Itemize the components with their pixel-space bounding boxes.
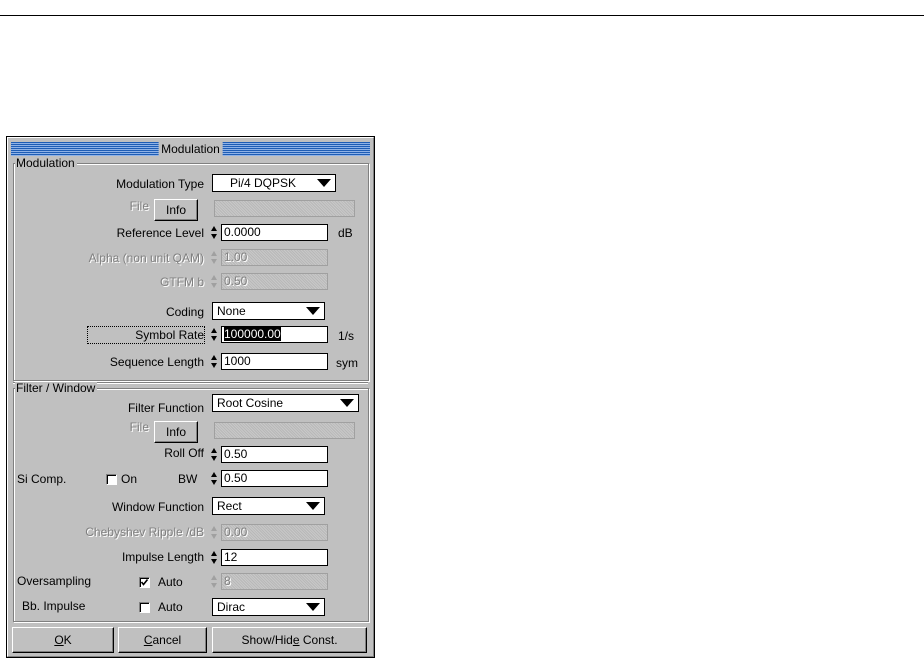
oversampling-input: 8 — [221, 573, 328, 590]
oversampling-auto-checkbox[interactable] — [139, 577, 150, 588]
ok-button[interactable]: OK — [12, 627, 114, 653]
symbol-rate-spinner-icon[interactable] — [210, 327, 218, 342]
bb-impulse-value: Dirac — [217, 600, 246, 614]
sequence-length-unit: sym — [336, 356, 358, 370]
show-hide-const-button[interactable]: Show/Hide Const. — [212, 627, 367, 653]
roll-off-spinner-icon[interactable] — [210, 447, 218, 462]
filter-function-label: Filter Function — [127, 401, 204, 415]
coding-label: Coding — [165, 305, 204, 319]
mod-file-field — [214, 200, 355, 217]
filter-function-select[interactable]: Root Cosine — [212, 394, 359, 412]
modulation-type-select[interactable]: Pi/4 DQPSK — [212, 174, 336, 192]
modulation-dialog: Modulation Modulation Modulation Type Pi… — [6, 136, 375, 658]
alpha-spinner-icon — [210, 250, 218, 265]
modulation-group-label: Modulation — [15, 156, 77, 170]
oversampling-label: Oversampling — [17, 574, 92, 588]
bw-spinner-icon[interactable] — [210, 471, 218, 486]
si-comp-label: Si Comp. — [17, 472, 67, 486]
mod-file-label: File — [129, 199, 149, 213]
modulation-type-value: Pi/4 DQPSK — [229, 176, 297, 190]
impulse-length-input[interactable]: 12 — [221, 549, 328, 566]
gtfm-input: 0.50 — [221, 273, 328, 290]
impulse-length-label: Impulse Length — [121, 550, 204, 564]
filter-file-label: File — [129, 420, 149, 434]
sequence-length-spinner-icon[interactable] — [210, 354, 218, 369]
filter-window-group-label: Filter / Window — [15, 381, 98, 395]
mod-info-button[interactable]: Info — [154, 199, 198, 221]
chevron-down-icon — [306, 502, 320, 510]
si-comp-on-checkbox[interactable] — [106, 474, 117, 485]
window-function-value: Rect — [217, 499, 242, 513]
bw-input[interactable]: 0.50 — [221, 470, 328, 487]
gtfm-spinner-icon — [210, 274, 218, 289]
filter-info-button[interactable]: Info — [154, 421, 198, 443]
window-function-label: Window Function — [111, 500, 204, 514]
reference-level-unit: dB — [338, 226, 353, 240]
chebyshev-label: Chebyshev Ripple /dB — [85, 525, 204, 539]
si-comp-on-label: On — [121, 472, 138, 486]
alpha-input: 1.00 — [221, 249, 328, 266]
bb-impulse-auto-checkbox[interactable] — [139, 602, 150, 613]
impulse-length-spinner-icon[interactable] — [210, 550, 218, 565]
oversampling-spinner-icon — [210, 574, 218, 589]
chevron-down-icon — [306, 603, 320, 611]
filter-file-field — [214, 422, 355, 439]
bb-impulse-select[interactable]: Dirac — [212, 598, 325, 616]
symbol-rate-label: Symbol Rate — [135, 328, 204, 342]
roll-off-label: Roll Off — [164, 446, 204, 460]
cancel-button[interactable]: Cancel — [118, 627, 207, 653]
chevron-down-icon — [340, 399, 354, 407]
alpha-label: Alpha (non unit QAM) — [88, 251, 204, 265]
window-function-select[interactable]: Rect — [212, 497, 325, 515]
reference-level-label: Reference Level — [116, 226, 204, 240]
reference-level-input[interactable]: 0.0000 — [221, 224, 328, 241]
roll-off-input[interactable]: 0.50 — [221, 446, 328, 463]
title-bar[interactable]: Modulation — [11, 142, 370, 156]
symbol-rate-unit: 1/s — [338, 329, 355, 343]
oversampling-auto-label: Auto — [158, 575, 183, 589]
filter-function-value: Root Cosine — [217, 396, 284, 410]
sequence-length-input[interactable]: 1000 — [221, 353, 328, 370]
bb-impulse-auto-label: Auto — [158, 600, 183, 614]
bb-impulse-label: Bb. Impulse — [22, 599, 86, 613]
chevron-down-icon — [317, 179, 331, 187]
coding-value: None — [217, 304, 246, 318]
chevron-down-icon — [306, 307, 320, 315]
sequence-length-label: Sequence Length — [109, 355, 204, 369]
chebyshev-spinner-icon — [210, 525, 218, 540]
checkmark-icon — [140, 579, 149, 586]
modulation-type-label: Modulation Type — [116, 177, 204, 191]
top-rule — [0, 15, 924, 16]
coding-select[interactable]: None — [212, 302, 325, 320]
dialog-title: Modulation — [158, 142, 223, 156]
chebyshev-input: 0.00 — [221, 524, 328, 541]
si-comp-bw-label: BW — [178, 472, 198, 486]
gtfm-label: GTFM b — [160, 275, 204, 289]
symbol-rate-input[interactable]: 100000.00 — [221, 326, 328, 343]
reference-level-spinner-icon[interactable] — [210, 225, 218, 240]
modulation-group — [13, 163, 369, 381]
